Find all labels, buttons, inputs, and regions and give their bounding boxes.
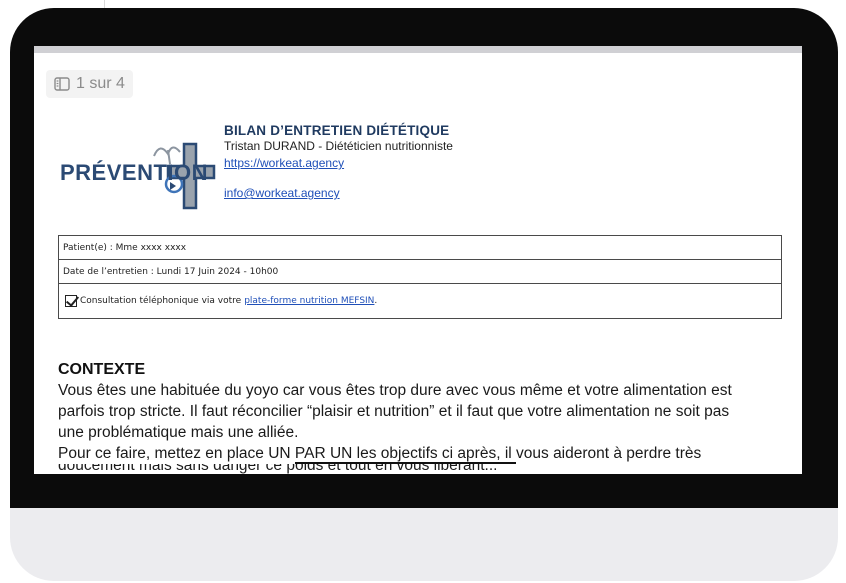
contexte-line-5: doucement mais sans danger ce poids et t… — [58, 464, 498, 474]
consultation-text: Consultation téléphonique via votre — [80, 296, 242, 306]
email-link[interactable]: info@workeat.agency — [224, 186, 340, 200]
mefsin-platform-link[interactable]: plate-forme nutrition MEFSIN — [244, 296, 374, 306]
line-4-end: vous aideront à perdre très — [516, 445, 702, 462]
patient-row: Patient(e) : Mme xxxx xxxx — [59, 236, 781, 260]
sidebar-panel-icon — [54, 77, 70, 91]
contexte-section: CONTEXTE Vous êtes une habituée du yoyo … — [58, 360, 788, 474]
page-indicator-label: 1 sur 4 — [76, 75, 125, 92]
website-link[interactable]: https://workeat.agency — [224, 156, 344, 170]
consultation-period: . — [374, 296, 378, 306]
underlined-phrase: PAR UN les objectifs ci après, il — [294, 445, 517, 464]
date-row: Date de l’entretien : Lundi 17 Juin 2024… — [59, 260, 781, 284]
contexte-line-5-cut: doucement mais sans danger ce poids et t… — [58, 464, 788, 474]
line-4-start: Pour ce faire, mettez en place UN — [58, 445, 295, 462]
patient-info-table: Patient(e) : Mme xxxx xxxx Date de l’ent… — [58, 235, 782, 319]
document-header: BILAN D’ENTRETIEN DIÉTÉTIQUE Tristan DUR… — [224, 123, 453, 202]
consultation-row: Consultation téléphonique via votre plat… — [59, 284, 781, 318]
contexte-line-2: parfois trop stricte. Il faut réconcilie… — [58, 403, 730, 420]
contexte-heading: CONTEXTE — [58, 361, 146, 378]
page-indicator[interactable]: 1 sur 4 — [46, 70, 133, 98]
document-subtitle: Tristan DURAND - Diététicien nutritionni… — [224, 139, 453, 153]
viewer-top-bar — [34, 46, 802, 53]
contexte-line-1: Vous êtes une habituée du yoyo car vous … — [58, 382, 732, 399]
checked-checkbox-icon — [65, 295, 77, 307]
prevention-logo: PRÉVENTION — [56, 136, 216, 210]
document-viewer[interactable]: 1 sur 4 PRÉVENTION BILAN D’ENTRETIEN DIÉ… — [34, 46, 802, 474]
document-title: BILAN D’ENTRETIEN DIÉTÉTIQUE — [224, 123, 450, 138]
logo-wordmark: PRÉVENTION — [60, 160, 209, 185]
contexte-line-4: Pour ce faire, mettez en place UN PAR UN… — [58, 443, 788, 464]
contexte-line-3: une problématique mais une alliée. — [58, 424, 299, 441]
